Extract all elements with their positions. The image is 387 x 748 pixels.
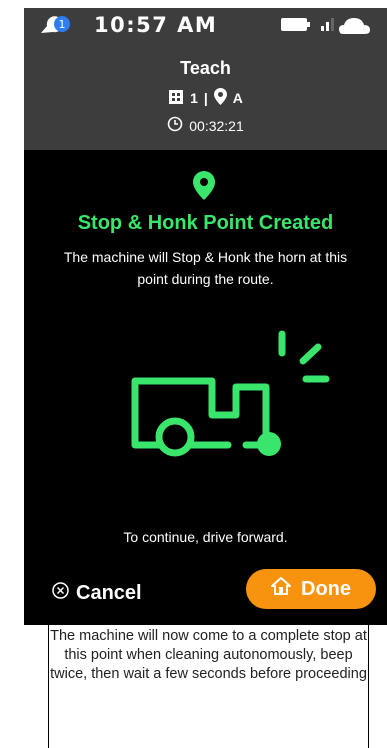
confirmation-title: Stop & Honk Point Created <box>77 212 334 234</box>
status-bar: 1 10:57 AM <box>24 8 387 42</box>
signal-icon <box>321 18 334 31</box>
point-label: A <box>232 90 243 106</box>
location-pin-icon <box>193 171 215 205</box>
cancel-button[interactable]: Cancel <box>52 582 142 605</box>
home-icon <box>271 577 291 601</box>
device-screen: 1 10:57 AM Teach 1 | A 00:32:21 Stop & H… <box>24 8 387 625</box>
messenger-icon: 1 <box>38 15 82 42</box>
clock-icon <box>167 116 183 135</box>
battery-icon <box>281 18 310 31</box>
status-icons <box>277 14 387 41</box>
cloud-icon <box>339 18 370 34</box>
route-number: 1 <box>190 90 198 106</box>
honk-machine-illustration <box>118 323 338 470</box>
elapsed-time: 00:32:21 <box>189 117 244 134</box>
notification-badge: 1 <box>59 18 66 31</box>
route-icon <box>168 89 184 108</box>
confirmation-description: The machine will Stop & Honk the horn at… <box>63 249 348 287</box>
cancel-label: Cancel <box>76 582 142 604</box>
machine-honk-icon <box>131 330 330 457</box>
done-button[interactable]: Done <box>246 569 376 609</box>
route-info: 1 | A <box>24 88 387 108</box>
page-title: Teach <box>180 58 231 78</box>
location-pin-icon <box>213 88 227 108</box>
annotation-note: The machine will now come to a complete … <box>48 625 369 748</box>
elapsed-timer: 00:32:21 <box>24 116 387 135</box>
status-time: 10:57 AM <box>94 13 218 37</box>
continue-instruction: To continue, drive forward. <box>123 529 288 545</box>
header: Teach 1 | A 00:32:21 <box>24 42 387 150</box>
done-label: Done <box>301 577 351 600</box>
separator: | <box>203 90 208 106</box>
close-circle-icon <box>52 582 69 605</box>
